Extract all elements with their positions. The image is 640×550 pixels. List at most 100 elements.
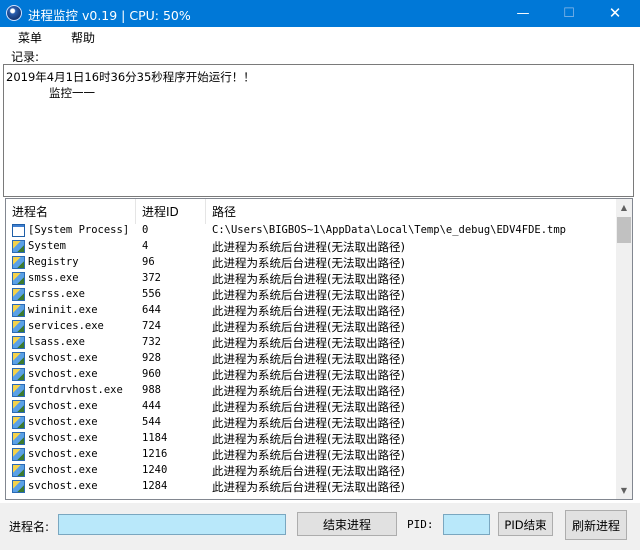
pid-end-button[interactable]: PID结束 [498, 512, 553, 536]
table-row[interactable]: svchost.exe 444 此进程为系统后台进程(无法取出路径) [6, 399, 616, 415]
cell-process-path: 此进程为系统后台进程(无法取出路径) [212, 288, 405, 302]
cell-process-path: 此进程为系统后台进程(无法取出路径) [212, 384, 405, 398]
cell-process-id: 724 [142, 320, 161, 332]
table-row[interactable]: svchost.exe 1216 此进程为系统后台进程(无法取出路径) [6, 447, 616, 463]
cell-process-path: 此进程为系统后台进程(无法取出路径) [212, 336, 405, 350]
cell-process-name: svchost.exe [28, 368, 98, 380]
pid-input[interactable] [443, 514, 490, 535]
menu-item-help[interactable]: 帮助 [71, 29, 95, 46]
pid-label: PID: [407, 518, 434, 531]
process-icon [12, 240, 25, 253]
log-label: 记录: [11, 50, 40, 64]
process-icon [12, 400, 25, 413]
cell-process-name: svchost.exe [28, 464, 98, 476]
process-icon [12, 352, 25, 365]
cell-process-id: 1240 [142, 464, 168, 476]
log-textarea[interactable]: 2019年4月1日16时36分35秒程序开始运行！！ 监控一一 [3, 64, 634, 197]
table-row[interactable]: Registry 96 此进程为系统后台进程(无法取出路径) [6, 255, 616, 271]
scroll-thumb[interactable] [617, 217, 631, 243]
cell-process-name: svchost.exe [28, 416, 98, 428]
cell-process-path: 此进程为系统后台进程(无法取出路径) [212, 240, 405, 254]
cell-process-path: 此进程为系统后台进程(无法取出路径) [212, 368, 405, 382]
table-row[interactable]: wininit.exe 644 此进程为系统后台进程(无法取出路径) [6, 303, 616, 319]
maximize-button[interactable]: ☐ [546, 0, 592, 27]
cell-process-path: 此进程为系统后台进程(无法取出路径) [212, 320, 405, 334]
cell-process-name: Registry [28, 256, 79, 268]
cell-process-id: 1284 [142, 480, 168, 492]
cell-process-name: svchost.exe [28, 400, 98, 412]
refresh-process-button[interactable]: 刷新进程 [565, 510, 627, 540]
close-button[interactable]: ✕ [592, 0, 638, 27]
table-row[interactable]: [System Process] 0 C:\Users\BIGBOS~1\AppDa… [6, 223, 616, 239]
cell-process-id: 644 [142, 304, 161, 316]
cell-process-name: lsass.exe [28, 336, 85, 348]
cell-process-id: 988 [142, 384, 161, 396]
table-row[interactable]: svchost.exe 928 此进程为系统后台进程(无法取出路径) [6, 351, 616, 367]
table-row[interactable]: services.exe 724 此进程为系统后台进程(无法取出路径) [6, 319, 616, 335]
cell-process-path: 此进程为系统后台进程(无法取出路径) [212, 352, 405, 366]
cell-process-path: 此进程为系统后台进程(无法取出路径) [212, 272, 405, 286]
cell-process-id: 556 [142, 288, 161, 300]
cell-process-id: 544 [142, 416, 161, 428]
table-row[interactable]: svchost.exe 1240 此进程为系统后台进程(无法取出路径) [6, 463, 616, 479]
process-icon [12, 320, 25, 333]
list-rows: [System Process] 0 C:\Users\BIGBOS~1\AppDa… [6, 223, 616, 495]
cell-process-name: smss.exe [28, 272, 79, 284]
cell-process-name: svchost.exe [28, 432, 98, 444]
system-process-icon [12, 224, 25, 237]
end-process-button[interactable]: 结束进程 [297, 512, 397, 536]
cell-process-id: 1216 [142, 448, 168, 460]
process-list[interactable]: 进程名 进程ID 路径 [System Process] 0 C:\Users\BI… [5, 198, 633, 500]
cell-process-path: 此进程为系统后台进程(无法取出路径) [212, 304, 405, 318]
process-icon [12, 432, 25, 445]
table-row[interactable]: svchost.exe 1284 此进程为系统后台进程(无法取出路径) [6, 479, 616, 495]
log-line: 监控一一 [49, 86, 95, 100]
cell-process-path: 此进程为系统后台进程(无法取出路径) [212, 432, 405, 446]
process-icon [12, 464, 25, 477]
cell-process-name: System [28, 240, 66, 252]
table-row[interactable]: svchost.exe 960 此进程为系统后台进程(无法取出路径) [6, 367, 616, 383]
cell-process-name: svchost.exe [28, 448, 98, 460]
table-row[interactable]: svchost.exe 1184 此进程为系统后台进程(无法取出路径) [6, 431, 616, 447]
app-globe-icon [6, 5, 22, 21]
cell-process-id: 1184 [142, 432, 168, 444]
cell-process-name: svchost.exe [28, 352, 98, 364]
cell-process-path: 此进程为系统后台进程(无法取出路径) [212, 400, 405, 414]
cell-process-name: services.exe [28, 320, 104, 332]
cell-process-name: wininit.exe [28, 304, 98, 316]
cell-process-name: csrss.exe [28, 288, 85, 300]
vertical-scrollbar[interactable]: ▲ ▼ [616, 199, 632, 499]
menu-item-menu[interactable]: 菜单 [18, 29, 42, 46]
process-icon [12, 288, 25, 301]
title-bar: 进程监控 v0.19 | CPU: 50% — ☐ ✕ [0, 0, 640, 27]
column-header-pid[interactable]: 进程ID [136, 199, 206, 224]
scroll-down-icon[interactable]: ▼ [616, 482, 632, 499]
cell-process-path: 此进程为系统后台进程(无法取出路径) [212, 464, 405, 478]
cell-process-path: C:\Users\BIGBOS~1\AppData\Local\Temp\e_d… [212, 224, 567, 236]
table-row[interactable]: fontdrvhost.exe 988 此进程为系统后台进程(无法取出路径) [6, 383, 616, 399]
cell-process-id: 960 [142, 368, 161, 380]
cell-process-name: svchost.exe [28, 480, 98, 492]
minimize-button[interactable]: — [500, 0, 546, 27]
process-name-label: 进程名: [9, 520, 50, 534]
cell-process-id: 372 [142, 272, 161, 284]
control-bar: 进程名: 结束进程 PID: PID结束 刷新进程 [0, 503, 640, 550]
table-row[interactable]: svchost.exe 544 此进程为系统后台进程(无法取出路径) [6, 415, 616, 431]
menu-bar: 菜单 帮助 [0, 27, 640, 47]
table-row[interactable]: csrss.exe 556 此进程为系统后台进程(无法取出路径) [6, 287, 616, 303]
cell-process-id: 4 [142, 240, 149, 252]
table-row[interactable]: System 4 此进程为系统后台进程(无法取出路径) [6, 239, 616, 255]
process-icon [12, 272, 25, 285]
process-icon [12, 416, 25, 429]
cell-process-path: 此进程为系统后台进程(无法取出路径) [212, 448, 405, 462]
column-header-path[interactable]: 路径 [206, 199, 616, 224]
column-header-name[interactable]: 进程名 [6, 199, 136, 224]
process-icon [12, 304, 25, 317]
table-row[interactable]: lsass.exe 732 此进程为系统后台进程(无法取出路径) [6, 335, 616, 351]
process-name-input[interactable] [58, 514, 286, 535]
cell-process-id: 444 [142, 400, 161, 412]
log-line: 2019年4月1日16时36分35秒程序开始运行！！ [6, 70, 255, 84]
cell-process-id: 732 [142, 336, 161, 348]
scroll-up-icon[interactable]: ▲ [616, 199, 632, 216]
table-row[interactable]: smss.exe 372 此进程为系统后台进程(无法取出路径) [6, 271, 616, 287]
